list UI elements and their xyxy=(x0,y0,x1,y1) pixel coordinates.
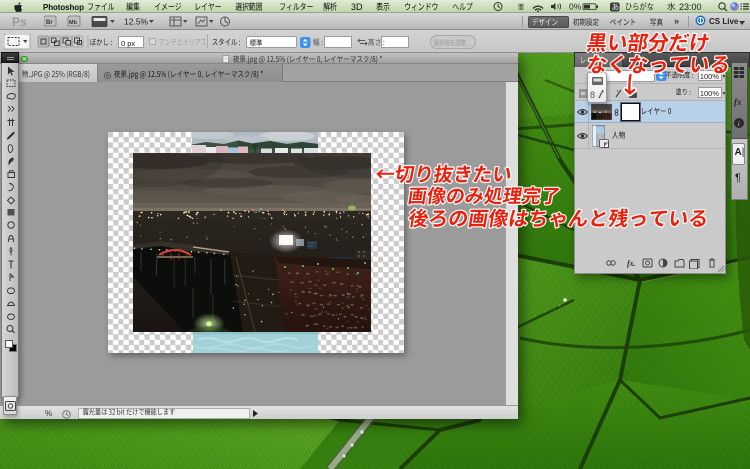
svg-text:8: 8 xyxy=(590,90,595,100)
svg-text:i: i xyxy=(738,120,740,128)
svg-text:Mb: Mb xyxy=(69,20,78,26)
svg-text:fx.: fx. xyxy=(627,259,636,268)
svg-text:fx: fx xyxy=(734,97,742,107)
svg-text:Br: Br xyxy=(46,20,53,26)
svg-text:0%: 0% xyxy=(569,2,582,12)
svg-text:12.5%: 12.5% xyxy=(124,17,149,27)
